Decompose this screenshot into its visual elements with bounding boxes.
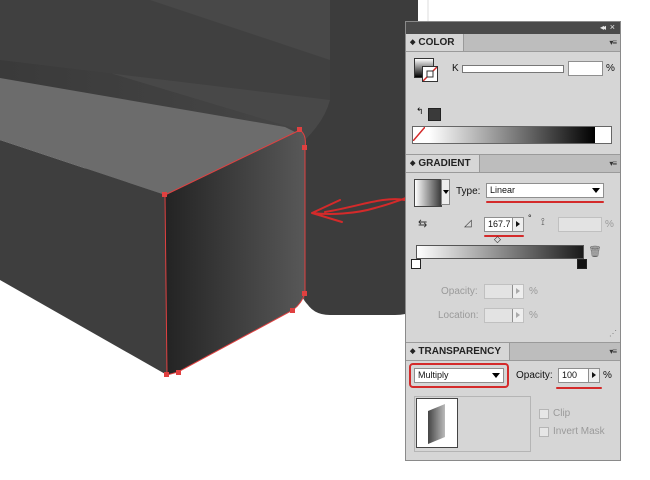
aspect-ratio-field[interactable] (558, 217, 602, 232)
stop-opacity-stepper[interactable] (512, 285, 523, 298)
none-color-icon[interactable] (413, 127, 425, 141)
last-color-swatch[interactable] (428, 108, 441, 121)
chevron-down-icon (592, 188, 600, 193)
gradient-thumbnail-dropdown[interactable] (441, 179, 450, 205)
opacity-stepper[interactable] (588, 369, 599, 382)
panel-menu-icon[interactable]: ▾≡ (609, 159, 617, 168)
object-thumbnail[interactable] (416, 398, 458, 448)
tab-transparency-label: TRANSPARENCY (418, 346, 501, 357)
gradient-type-value: Linear (490, 185, 516, 195)
tab-color[interactable]: ◆ COLOR (406, 34, 464, 51)
annotation-underline (484, 235, 524, 237)
gradient-thumbnail[interactable] (414, 179, 442, 207)
panel-titlebar[interactable]: ◂◂ × (406, 22, 620, 34)
stroke-swatch[interactable] (422, 66, 438, 82)
aspect-unit-label: % (605, 219, 614, 230)
angle-stepper[interactable] (512, 218, 523, 231)
midpoint-diamond-icon[interactable]: ◇ (494, 234, 501, 245)
invert-mask-label: Invert Mask (553, 426, 605, 437)
gradient-panel: ◆ GRADIENT ▾≡ Type: Linear ⇆ ◿ 167.7 ° ⟟ … (406, 154, 620, 340)
panel-stack: ◂◂ × ◆ COLOR ▾≡ K % ↰ ◆ GRADIENT ▾≡ Type… (405, 21, 621, 461)
aspect-ratio-icon: ⟟ (541, 217, 545, 228)
anchor-point[interactable] (290, 308, 295, 313)
degree-symbol: ° (528, 213, 532, 223)
expand-icon[interactable]: ◆ (410, 39, 415, 46)
color-spectrum-ramp[interactable] (412, 126, 612, 144)
angle-value: 167.7 (488, 219, 511, 229)
close-icon[interactable]: × (610, 22, 615, 33)
stop-location-stepper[interactable] (512, 309, 523, 322)
opacity-field[interactable]: 100 (558, 368, 600, 383)
tab-gradient-label: GRADIENT (418, 158, 471, 169)
clip-checkbox[interactable] (539, 409, 549, 419)
angle-field[interactable]: 167.7 (484, 217, 524, 232)
anchor-point[interactable] (176, 370, 181, 375)
color-panel-header: ◆ COLOR ▾≡ (406, 34, 620, 52)
opacity-unit-label: % (603, 370, 612, 381)
gradient-slider-bar[interactable] (416, 245, 584, 259)
color-panel: ◆ COLOR ▾≡ K % ↰ (406, 34, 620, 152)
k-channel-label: K (452, 63, 459, 74)
gradient-stop-left[interactable] (411, 259, 421, 269)
stop-opacity-label: Opacity: (441, 286, 478, 297)
gradient-stop-right[interactable] (577, 259, 587, 269)
anchor-point[interactable] (302, 291, 307, 296)
delete-stop-icon[interactable]: 🗑 (588, 245, 602, 258)
collapse-panels-icon[interactable]: ◂◂ (600, 23, 606, 33)
out-of-gamut-icon[interactable]: ↰ (416, 106, 424, 117)
tab-transparency[interactable]: ◆ TRANSPARENCY (406, 343, 510, 360)
stop-location-unit: % (529, 310, 538, 321)
invert-mask-checkbox[interactable] (539, 427, 549, 437)
tab-gradient[interactable]: ◆ GRADIENT (406, 155, 480, 172)
opacity-value: 100 (562, 370, 578, 380)
object-preview-icon (428, 404, 445, 444)
k-slider[interactable] (462, 65, 564, 73)
anchor-point[interactable] (164, 372, 169, 377)
angle-icon: ◿ (464, 218, 472, 229)
k-percent-label: % (606, 63, 615, 74)
gradient-type-label: Type: (456, 186, 481, 197)
expand-icon[interactable]: ◆ (410, 348, 415, 355)
anchor-point[interactable] (302, 145, 307, 150)
transparency-panel: ◆ TRANSPARENCY ▾≡ Multiply Opacity: 100 %… (406, 342, 620, 460)
transparency-panel-header: ◆ TRANSPARENCY ▾≡ (406, 343, 620, 361)
resize-grip-icon[interactable]: ⋰ (609, 330, 617, 338)
gradient-panel-header: ◆ GRADIENT ▾≡ (406, 155, 620, 173)
anchor-point[interactable] (162, 192, 167, 197)
annotation-circle (409, 363, 509, 388)
reverse-gradient-icon[interactable]: ⇆ (418, 217, 427, 230)
panel-menu-icon[interactable]: ▾≡ (609, 347, 617, 356)
tab-color-label: COLOR (418, 37, 455, 48)
k-value-field[interactable] (568, 61, 603, 76)
stop-location-field[interactable] (484, 308, 524, 323)
annotation-underline (556, 387, 602, 389)
panel-menu-icon[interactable]: ▾≡ (609, 38, 617, 47)
opacity-label: Opacity: (516, 370, 553, 381)
clip-label: Clip (553, 408, 571, 419)
none-slash-icon (423, 67, 437, 81)
anchor-point[interactable] (297, 127, 302, 132)
stop-opacity-field[interactable] (484, 284, 524, 299)
expand-icon[interactable]: ◆ (410, 160, 415, 167)
annotation-underline (486, 201, 604, 203)
gradient-type-select[interactable]: Linear (486, 183, 604, 198)
stop-opacity-unit: % (529, 286, 538, 297)
stop-location-label: Location: (438, 310, 479, 321)
